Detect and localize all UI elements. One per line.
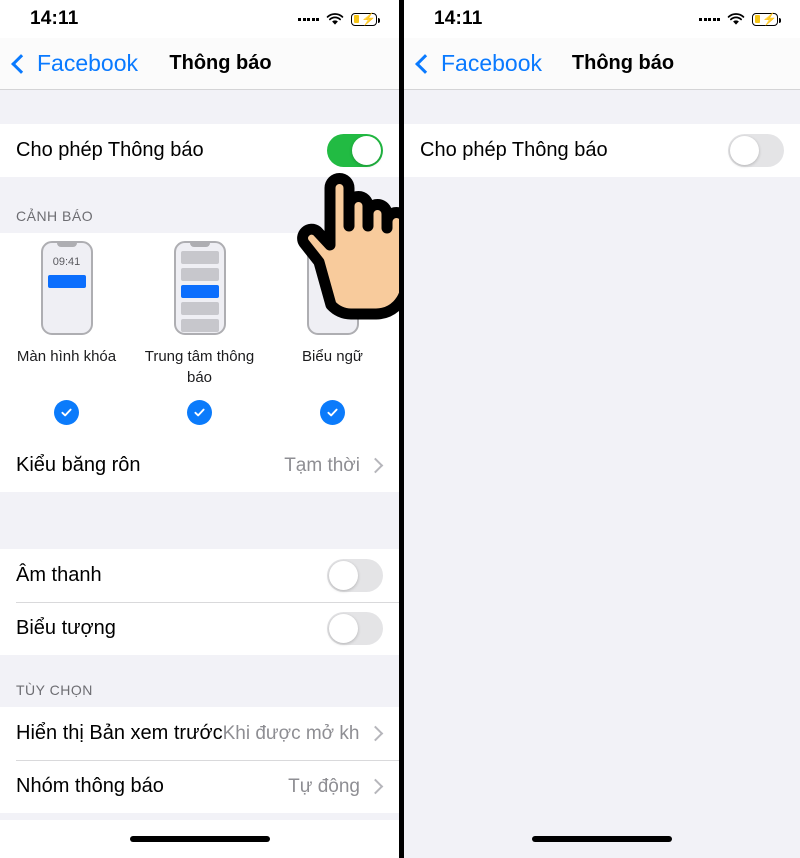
status-bar-icons: ⚡ bbox=[699, 12, 781, 26]
mockup-time-label: 09:41 bbox=[52, 256, 81, 268]
alert-option-label: Biểu ngữ bbox=[302, 348, 363, 365]
back-button[interactable]: Facebook bbox=[404, 50, 542, 77]
battery-charging-icon: ⚡ bbox=[351, 12, 380, 26]
show-previews-label: Hiển thị Bản xem trước bbox=[16, 722, 223, 744]
chevron-right-icon bbox=[367, 457, 384, 474]
sound-toggle[interactable] bbox=[327, 559, 383, 592]
notification-grouping-row[interactable]: Nhóm thông báo Tự động bbox=[0, 760, 399, 813]
back-button[interactable]: Facebook bbox=[0, 50, 138, 77]
home-indicator[interactable] bbox=[532, 836, 672, 842]
status-bar: 14:11 ⚡ bbox=[0, 0, 399, 38]
back-button-label: Facebook bbox=[37, 50, 139, 76]
section-gap bbox=[0, 90, 399, 124]
alert-option-label: Màn hình khóa bbox=[16, 348, 117, 365]
allow-notifications-label: Cho phép Thông báo bbox=[16, 139, 204, 161]
signal-dots-icon bbox=[298, 17, 319, 21]
options-section-header: TÙY CHỌN bbox=[0, 655, 399, 707]
badge-label: Biểu tượng bbox=[16, 617, 116, 639]
badge-row[interactable]: Biểu tượng bbox=[0, 602, 399, 655]
alert-style-picker: 09:41 Màn hình khóa Trung tâm thông báo … bbox=[0, 233, 399, 439]
banner-style-label: Kiểu băng rôn bbox=[16, 454, 141, 476]
checkmark-notification-center-icon[interactable] bbox=[187, 400, 212, 425]
battery-charging-icon: ⚡ bbox=[752, 12, 781, 26]
allow-notifications-row[interactable]: Cho phép Thông báo bbox=[404, 124, 800, 177]
navigation-bar: Facebook Thông báo bbox=[404, 38, 800, 90]
banner-style-value: Tạm thời bbox=[284, 454, 360, 476]
chevron-left-icon bbox=[415, 53, 435, 74]
status-bar-icons: ⚡ bbox=[298, 12, 380, 26]
sound-row[interactable]: Âm thanh bbox=[0, 549, 399, 602]
wifi-icon bbox=[727, 12, 745, 25]
banner-style-row[interactable]: Kiểu băng rôn Tạm thời bbox=[0, 439, 399, 492]
empty-list-area bbox=[404, 177, 800, 858]
alert-option-notification-center[interactable]: Trung tâm thông báo bbox=[133, 241, 266, 388]
home-indicator-area bbox=[404, 820, 800, 858]
checkmark-lock-screen-icon[interactable] bbox=[54, 400, 79, 425]
banner-mockup-icon bbox=[306, 241, 359, 335]
allow-notifications-toggle[interactable] bbox=[327, 134, 383, 167]
allow-notifications-row[interactable]: Cho phép Thông báo bbox=[0, 124, 399, 177]
notification-grouping-label: Nhóm thông báo bbox=[16, 775, 164, 797]
signal-dots-icon bbox=[699, 17, 720, 21]
notification-center-mockup-icon bbox=[173, 241, 226, 335]
status-bar: 14:11 ⚡ bbox=[404, 0, 800, 38]
notification-grouping-value: Tự động bbox=[288, 775, 360, 797]
status-bar-time: 14:11 bbox=[434, 8, 483, 29]
left-phone-screen: 14:11 ⚡ Facebook Thông báo Cho phép Thôn… bbox=[0, 0, 399, 858]
navigation-bar: Facebook Thông báo bbox=[0, 38, 399, 90]
alert-option-banner[interactable]: Biểu ngữ bbox=[266, 241, 399, 388]
allow-notifications-label: Cho phép Thông báo bbox=[420, 139, 608, 161]
chevron-left-icon bbox=[11, 53, 31, 74]
sound-label: Âm thanh bbox=[16, 564, 102, 586]
show-previews-value: Khi được mở khó... bbox=[222, 722, 360, 744]
alert-option-label: Trung tâm thông báo bbox=[144, 348, 255, 386]
wifi-icon bbox=[326, 12, 344, 25]
lock-screen-mockup-icon: 09:41 bbox=[40, 241, 93, 335]
chevron-right-icon bbox=[367, 725, 384, 742]
show-previews-row[interactable]: Hiển thị Bản xem trước Khi được mở khó..… bbox=[0, 707, 399, 760]
section-gap bbox=[0, 492, 399, 549]
home-indicator[interactable] bbox=[129, 836, 270, 842]
checkmark-banner-icon[interactable] bbox=[320, 400, 345, 425]
home-indicator-area bbox=[0, 820, 399, 858]
badge-toggle[interactable] bbox=[327, 612, 383, 645]
alerts-section-header: CẢNH BÁO bbox=[0, 177, 399, 233]
alert-selection-checks bbox=[0, 400, 399, 425]
alert-option-lock-screen[interactable]: 09:41 Màn hình khóa bbox=[0, 241, 133, 388]
section-gap bbox=[404, 90, 800, 124]
chevron-right-icon bbox=[367, 778, 384, 795]
right-phone-screen: 14:11 ⚡ Facebook Thông báo Cho phép Thôn… bbox=[404, 0, 800, 858]
dual-screenshot-comparison: 14:11 ⚡ Facebook Thông báo Cho phép Thôn… bbox=[0, 0, 800, 858]
back-button-label: Facebook bbox=[441, 50, 543, 76]
allow-notifications-toggle[interactable] bbox=[728, 134, 784, 167]
status-bar-time: 14:11 bbox=[30, 8, 79, 29]
